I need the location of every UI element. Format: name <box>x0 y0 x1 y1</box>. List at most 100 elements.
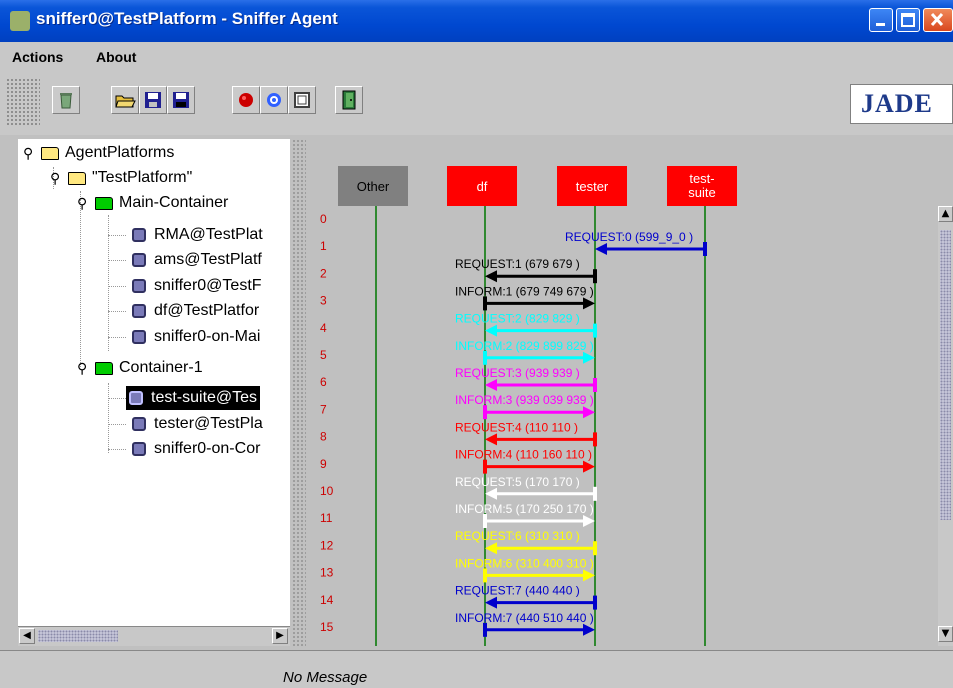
tree-agent[interactable]: sniffer0@TestF <box>132 274 262 298</box>
tree-agent[interactable]: sniffer0-on-Mai <box>132 325 260 349</box>
tree-agent-selected[interactable]: test-suite@Tes <box>126 386 261 410</box>
message-label: INFORM:5 (170 250 170 ) <box>455 502 594 516</box>
sniffer-canvas: Other df testertest-suite 0123456789101112… <box>320 166 737 646</box>
canvas-vertical-scrollbar[interactable]: ▲ ▼ <box>938 206 953 646</box>
sniff-agent-button[interactable] <box>260 86 288 114</box>
minimize-button[interactable] <box>869 8 893 32</box>
tree-node-container-1[interactable]: ⚲ Container-1 <box>77 356 203 380</box>
expanded-pin-icon[interactable]: ⚲ <box>50 170 62 187</box>
message[interactable]: REQUEST:7 (440 440 ) <box>455 584 597 610</box>
maximize-button[interactable] <box>896 8 920 32</box>
display-button[interactable] <box>288 86 316 114</box>
tree-agent-label: RMA@TestPlat <box>154 226 263 243</box>
tree-guide <box>108 311 126 312</box>
open-button[interactable] <box>111 86 139 114</box>
save-button[interactable] <box>139 86 167 114</box>
message-label: REQUEST:7 (440 440 ) <box>455 584 580 598</box>
agent-box[interactable]: tester <box>557 166 627 206</box>
tree-node-testplatform[interactable]: ⚲ "TestPlatform" <box>50 166 192 190</box>
agent-box-label: tester <box>576 179 609 194</box>
scroll-right-button[interactable]: ▶ <box>272 628 288 644</box>
row-number: 6 <box>320 375 327 389</box>
row-number: 13 <box>320 566 334 580</box>
tree-agent-label: tester@TestPla <box>154 415 263 432</box>
menu-actions[interactable]: Actions <box>12 49 63 65</box>
agent-icon <box>132 253 146 267</box>
target-icon <box>267 93 281 107</box>
message[interactable]: REQUEST:3 (939 939 ) <box>455 366 597 392</box>
panel-splitter[interactable] <box>292 139 306 646</box>
tree-agent[interactable]: df@TestPlatfor <box>132 299 259 323</box>
tree-agent[interactable]: ams@TestPlatf <box>132 248 262 272</box>
expanded-pin-icon[interactable]: ⚲ <box>77 360 89 377</box>
message-label: REQUEST:2 (829 829 ) <box>455 312 580 326</box>
message-label: INFORM:4 (110 160 110 ) <box>455 448 592 462</box>
message-label: INFORM:7 (440 510 440 ) <box>455 611 594 625</box>
message[interactable]: INFORM:3 (939 039 939 ) <box>455 393 595 420</box>
tree-horizontal-scrollbar[interactable]: ◀ ▶ <box>18 626 290 646</box>
arrowhead-icon <box>583 623 595 636</box>
jade-logo: JADE <box>850 84 953 124</box>
expanded-pin-icon[interactable]: ⚲ <box>77 195 89 212</box>
app-icon <box>10 11 30 31</box>
tree-node-main-container[interactable]: ⚲ Main-Container <box>77 191 228 215</box>
agent-box-label: Other <box>357 179 390 194</box>
agent-box[interactable]: df <box>447 166 517 206</box>
exit-button[interactable] <box>335 86 363 114</box>
message[interactable]: REQUEST:0 (599_9_0 ) <box>565 230 707 256</box>
message[interactable]: INFORM:2 (829 899 829 ) <box>455 339 595 365</box>
message[interactable]: INFORM:1 (679 749 679 ) <box>455 284 595 311</box>
message-tick <box>483 622 487 637</box>
scroll-thumb[interactable] <box>38 630 118 642</box>
scroll-up-button[interactable]: ▲ <box>938 206 953 222</box>
tree-agent[interactable]: tester@TestPla <box>132 412 263 436</box>
agent-box[interactable]: Other <box>338 166 408 206</box>
row-number: 0 <box>320 212 327 226</box>
message-label: INFORM:2 (829 899 829 ) <box>455 339 594 353</box>
row-number: 15 <box>320 620 334 634</box>
row-number: 1 <box>320 239 327 253</box>
message-label: REQUEST:4 (110 110 ) <box>455 420 578 434</box>
row-number: 12 <box>320 538 334 552</box>
close-button[interactable] <box>923 8 953 32</box>
message[interactable]: REQUEST:4 (110 110 ) <box>455 420 597 447</box>
expanded-pin-icon[interactable]: ⚲ <box>23 145 35 162</box>
arrowhead-icon <box>583 406 595 419</box>
window-title: sniffer0@TestPlatform - Sniffer Agent <box>36 9 338 28</box>
arrowhead-icon <box>595 243 607 255</box>
message[interactable]: INFORM:5 (170 250 170 ) <box>455 502 595 528</box>
exit-door-icon <box>342 90 356 110</box>
message[interactable]: INFORM:6 (310 400 310 ) <box>455 556 595 583</box>
toolbar-grip[interactable] <box>6 78 40 126</box>
menu-about[interactable]: About <box>96 49 136 65</box>
tree-agent[interactable]: RMA@TestPlat <box>132 223 263 247</box>
tree-guide <box>108 449 126 450</box>
message[interactable]: REQUEST:2 (829 829 ) <box>455 312 597 338</box>
tree-agent-label: sniffer0-on-Mai <box>154 328 261 345</box>
message[interactable]: INFORM:7 (440 510 440 ) <box>455 611 595 637</box>
tree-guide <box>108 424 126 425</box>
message[interactable]: REQUEST:1 (679 679 ) <box>455 257 597 284</box>
scroll-thumb[interactable] <box>940 230 951 520</box>
arrowhead-icon <box>485 542 497 555</box>
row-number: 7 <box>320 402 327 416</box>
tree-node-label: Container-1 <box>119 359 203 376</box>
message[interactable]: REQUEST:6 (310 310 ) <box>455 529 597 556</box>
agent-box[interactable]: test-suite <box>667 166 737 206</box>
clear-canvas-button[interactable] <box>52 86 80 114</box>
scroll-down-button[interactable]: ▼ <box>938 626 953 642</box>
save-as-button[interactable] <box>167 86 195 114</box>
record-button[interactable] <box>232 86 260 114</box>
arrowhead-icon <box>583 515 595 527</box>
tree-guide <box>108 235 126 236</box>
message[interactable]: REQUEST:5 (170 170 ) <box>455 475 597 501</box>
message[interactable]: INFORM:4 (110 160 110 ) <box>455 448 595 474</box>
agent-box-label: suite <box>688 185 715 200</box>
row-number: 8 <box>320 430 327 444</box>
message-label: INFORM:1 (679 749 679 ) <box>455 284 594 298</box>
scroll-left-button[interactable]: ◀ <box>19 628 35 644</box>
tree-node-agentplatforms[interactable]: ⚲ AgentPlatforms <box>23 141 174 165</box>
tree-agent[interactable]: sniffer0-on-Cor <box>132 437 260 461</box>
jade-logo-text: JADE <box>861 89 933 118</box>
minimize-icon <box>876 23 885 26</box>
